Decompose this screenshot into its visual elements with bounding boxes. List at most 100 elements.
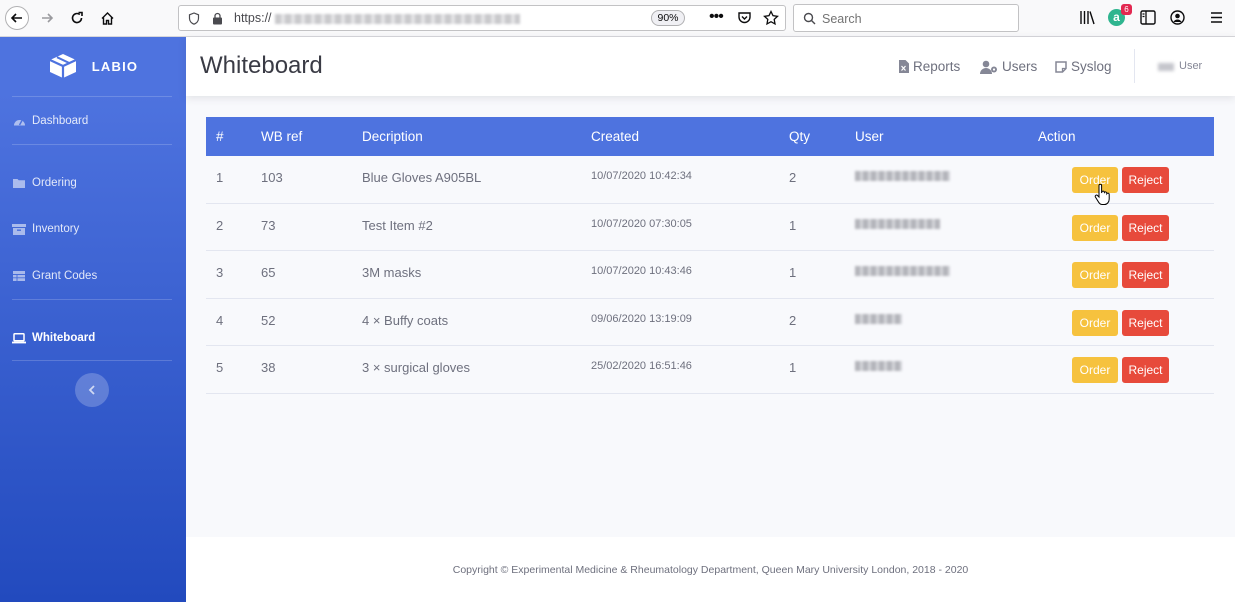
sidebar-divider	[12, 360, 172, 361]
reject-button[interactable]: Reject	[1122, 262, 1169, 288]
brand-link[interactable]: LABIO	[0, 37, 186, 95]
reject-button[interactable]: Reject	[1122, 357, 1169, 383]
excel-file-icon	[899, 60, 909, 73]
page-title: Whiteboard	[200, 52, 323, 79]
sidebar-item-ordering[interactable]: Ordering	[12, 174, 77, 192]
account-icon[interactable]	[1170, 10, 1185, 25]
sidebar-divider	[12, 299, 172, 300]
home-button[interactable]	[95, 6, 119, 30]
forward-button[interactable]	[35, 6, 59, 30]
table-header: # WB ref Decription Created Qty User Act…	[206, 117, 1214, 156]
sidebar-divider	[12, 96, 172, 97]
pocket-icon[interactable]	[737, 11, 752, 25]
row-qty: 1	[789, 217, 797, 233]
col-header-qty: Qty	[789, 129, 811, 144]
arrow-left-icon	[10, 13, 22, 23]
row-wb-ref: 38	[261, 360, 276, 375]
user-cog-icon	[980, 60, 997, 74]
laptop-icon	[12, 332, 26, 343]
row-wb-ref: 52	[261, 312, 276, 328]
row-wb-ref: 73	[261, 217, 276, 233]
hamburger-menu-icon[interactable]	[1210, 11, 1223, 24]
back-button[interactable]	[5, 6, 29, 30]
col-header-action: Action	[1038, 129, 1076, 144]
folder-icon	[13, 179, 25, 188]
search-icon	[803, 12, 816, 25]
table-row: 2 73 Test Item #2 10/07/2020 07:30:05 1 …	[206, 203, 1214, 251]
more-icon[interactable]: •••	[709, 8, 724, 26]
topbar: Whiteboard Reports Users Syslog User	[186, 37, 1235, 96]
row-created: 25/02/2020 16:51:46	[591, 360, 692, 372]
library-icon[interactable]	[1079, 10, 1096, 25]
order-button[interactable]: Order	[1072, 357, 1118, 383]
zoom-level[interactable]: 90%	[651, 10, 685, 26]
order-button[interactable]: Order	[1072, 262, 1118, 288]
row-qty: 2	[789, 170, 797, 185]
cube-logo-icon	[49, 54, 77, 78]
table-row: 3 65 3M masks 10/07/2020 10:43:46 1 Orde…	[206, 251, 1214, 299]
table-row: 1 103 Blue Gloves A905BL 10/07/2020 10:4…	[206, 156, 1214, 204]
table-row: 4 52 4 × Buffy coats 09/06/2020 13:19:09…	[206, 298, 1214, 346]
sidebar-item-inventory[interactable]: Inventory	[12, 220, 79, 238]
row-description: Blue Gloves A905BL	[362, 170, 482, 185]
user-name-redacted	[1158, 63, 1174, 71]
order-button[interactable]: Order	[1072, 309, 1118, 336]
browser-toolbar: https:// 90% ••• Search a 6	[0, 0, 1235, 37]
row-number: 3	[216, 265, 224, 280]
shield-icon	[188, 12, 200, 25]
hand-cursor-icon	[1094, 184, 1110, 205]
row-user-redacted	[855, 218, 940, 229]
reload-icon	[71, 11, 83, 24]
sidebar-toggle-button[interactable]	[75, 373, 109, 407]
star-icon[interactable]	[763, 10, 779, 26]
row-user-redacted	[855, 266, 950, 276]
sticky-note-icon	[1055, 60, 1067, 73]
row-qty: 1	[789, 265, 797, 280]
browser-search-input[interactable]: Search	[793, 4, 1019, 32]
reject-button[interactable]: Reject	[1122, 167, 1169, 193]
copyright-text: Copyright © Experimental Medicine & Rheu…	[452, 563, 969, 576]
row-user-redacted	[855, 313, 902, 324]
col-header-user: User	[855, 129, 884, 144]
users-link[interactable]: Users	[980, 59, 1037, 74]
url-text: https://	[234, 11, 272, 25]
row-number: 5	[216, 360, 224, 375]
row-created: 10/07/2020 10:43:46	[591, 265, 692, 277]
table-row: 5 38 3 × surgical gloves 25/02/2020 16:5…	[206, 346, 1214, 394]
reject-button[interactable]: Reject	[1122, 214, 1169, 241]
lock-icon	[213, 12, 222, 25]
sidebar-item-grant-codes[interactable]: Grant Codes	[12, 267, 97, 285]
footer: Copyright © Experimental Medicine & Rheu…	[186, 537, 1235, 602]
tachometer-icon	[13, 119, 25, 125]
home-icon	[101, 11, 113, 25]
col-header-description: Decription	[362, 129, 423, 144]
whiteboard-table: # WB ref Decription Created Qty User Act…	[206, 117, 1214, 394]
reload-button[interactable]	[65, 6, 89, 30]
syslog-link[interactable]: Syslog	[1055, 59, 1112, 74]
row-user-redacted	[855, 171, 950, 181]
row-number: 1	[216, 170, 224, 185]
col-header-number: #	[216, 129, 224, 144]
user-menu[interactable]: User	[1179, 60, 1202, 72]
topbar-divider	[1134, 49, 1135, 83]
reports-link[interactable]: Reports	[899, 59, 960, 74]
chevron-left-icon	[88, 385, 95, 395]
brand-name: LABIO	[91, 58, 139, 74]
url-bar[interactable]: https:// 90% •••	[178, 5, 786, 31]
row-created: 10/07/2020 07:30:05	[591, 217, 692, 230]
row-description: 3M masks	[362, 265, 422, 280]
addon-badge: 6	[1121, 4, 1132, 15]
sidebar-toggle-icon[interactable]	[1140, 10, 1156, 25]
col-header-created: Created	[591, 129, 640, 144]
row-number: 4	[216, 312, 224, 328]
row-qty: 1	[789, 360, 797, 375]
sidebar-item-dashboard[interactable]: Dashboard	[12, 112, 88, 130]
row-wb-ref: 65	[261, 265, 276, 280]
order-button[interactable]: Order	[1072, 214, 1118, 241]
row-user-redacted	[855, 361, 902, 371]
row-created: 10/07/2020 10:42:34	[591, 170, 692, 182]
row-description: 3 × surgical gloves	[362, 360, 471, 375]
sidebar-item-whiteboard[interactable]: Whiteboard	[12, 329, 95, 347]
reject-button[interactable]: Reject	[1122, 309, 1169, 336]
row-wb-ref: 103	[261, 170, 283, 185]
